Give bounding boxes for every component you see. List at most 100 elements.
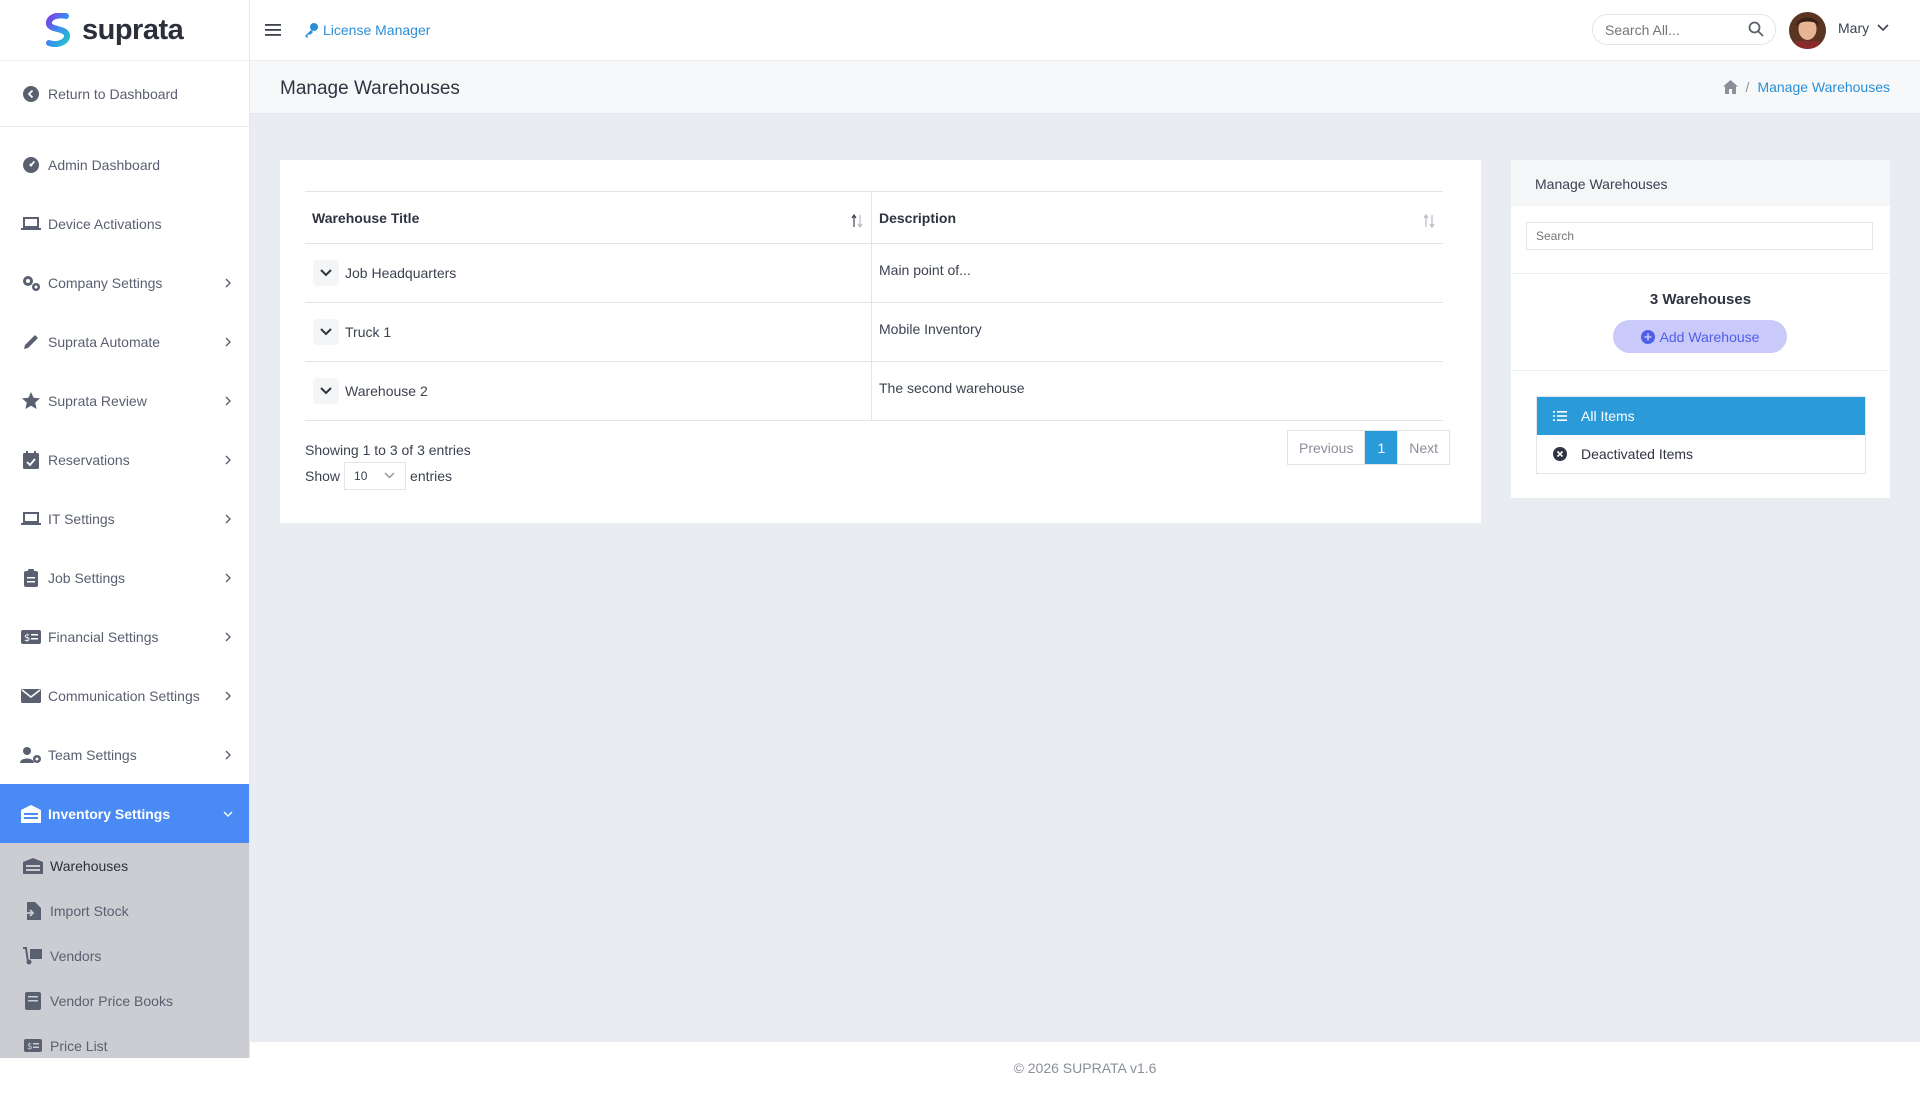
sidebar-item-label: Job Settings (48, 569, 126, 586)
sidebar-item-label: Inventory Settings (48, 805, 171, 822)
key-icon (305, 23, 318, 38)
return-label: Return to Dashboard (48, 85, 178, 102)
sidebar-item-label: Team Settings (48, 746, 137, 763)
sidebar-item-inventory-settings[interactable]: Inventory Settings (0, 784, 249, 843)
submenu-item-vendor-price-books[interactable]: Vendor Price Books (0, 978, 249, 1023)
warehouse-description: Main point of... (879, 262, 971, 278)
warehouse-icon (20, 803, 42, 825)
home-icon[interactable] (1722, 80, 1738, 94)
submenu-item-warehouses[interactable]: Warehouses (0, 843, 249, 888)
circle-chevron-left-icon (20, 83, 42, 105)
sidebar-item-label: IT Settings (48, 510, 115, 527)
expand-row-button[interactable] (313, 260, 339, 286)
return-to-dashboard-link[interactable]: Return to Dashboard (0, 61, 249, 127)
warehouse-title: Warehouse 2 (345, 383, 428, 399)
sidebar-item-company-settings[interactable]: Company Settings (0, 253, 249, 312)
submenu-item-label: Import Stock (50, 902, 129, 919)
avatar[interactable] (1789, 12, 1826, 49)
filter-all-items[interactable]: All Items (1537, 397, 1865, 435)
sort-icon[interactable] (851, 214, 863, 228)
circle-x-icon (1553, 447, 1567, 461)
expand-row-button[interactable] (313, 378, 339, 404)
pagination: Previous 1 Next (1287, 430, 1451, 465)
logo[interactable]: suprata (0, 0, 249, 61)
hamburger-menu-icon[interactable] (265, 23, 283, 37)
chevron-right-icon (225, 455, 231, 464)
envelope-icon (20, 685, 42, 707)
sidebar-item-label: Suprata Review (48, 392, 147, 409)
show-label: Show (305, 468, 341, 484)
submenu-item-import-stock[interactable]: Import Stock (0, 888, 249, 933)
expand-row-button[interactable] (313, 319, 339, 345)
star-icon (20, 390, 42, 412)
sidebar-item-team-settings[interactable]: Team Settings (0, 725, 249, 784)
submenu-item-label: Vendors (50, 947, 102, 964)
chevron-right-icon (225, 337, 231, 346)
panel-search-input[interactable] (1526, 222, 1873, 250)
chevron-down-icon (320, 387, 332, 395)
table-row[interactable]: Truck 1 Mobile Inventory (305, 303, 1443, 362)
submenu-item-vendors[interactable]: Vendors (0, 933, 249, 978)
table-row[interactable]: Warehouse 2 The second warehouse (305, 362, 1443, 421)
pencil-icon (20, 331, 42, 353)
chevron-down-icon (320, 269, 332, 277)
sidebar-item-label: Financial Settings (48, 628, 159, 645)
sidebar-item-communication-settings[interactable]: Communication Settings (0, 666, 249, 725)
suprata-logo-icon (46, 13, 70, 47)
breadcrumb-current[interactable]: Manage Warehouses (1757, 79, 1890, 95)
column-header-title[interactable]: Warehouse Title (305, 192, 872, 243)
page-length-select[interactable]: 10 (344, 462, 407, 490)
sidebar-item-suprata-review[interactable]: Suprata Review (0, 371, 249, 430)
table-header: Warehouse Title Description (305, 192, 1443, 244)
sidebar-item-device-activations[interactable]: Device Activations (0, 194, 249, 253)
license-manager-link[interactable]: License Manager (303, 22, 430, 38)
sidebar-item-admin-dashboard[interactable]: Admin Dashboard (0, 135, 249, 194)
book-icon (22, 990, 44, 1012)
sort-icon[interactable] (1423, 214, 1435, 228)
add-warehouse-button[interactable]: Add Warehouse (1613, 320, 1787, 353)
chevron-right-icon (225, 396, 231, 405)
search-icon[interactable] (1748, 21, 1764, 37)
chevron-right-icon (225, 691, 231, 700)
sidebar-item-job-settings[interactable]: Job Settings (0, 548, 249, 607)
chevron-right-icon (225, 514, 231, 523)
chevron-right-icon (225, 278, 231, 287)
sidebar-item-reservations[interactable]: Reservations (0, 430, 249, 489)
warehouses-table-card: Warehouse Title Description Job Headquar… (280, 160, 1481, 523)
chevron-right-icon (225, 573, 231, 582)
column-header-description[interactable]: Description (872, 192, 1443, 243)
sidebar-item-financial-settings[interactable]: $ Financial Settings (0, 607, 249, 666)
sidebar-item-it-settings[interactable]: IT Settings (0, 489, 249, 548)
submenu-item-label: Warehouses (50, 857, 129, 874)
logo-text: suprata (82, 13, 184, 46)
gears-icon (20, 272, 42, 294)
footer: © 2026 SUPRATA v1.6 (250, 1042, 1920, 1094)
column-header-label: Warehouse Title (312, 210, 420, 226)
page-title: Manage Warehouses (280, 78, 460, 99)
sidebar-item-label: Reservations (48, 451, 130, 468)
cell-description: The second warehouse (872, 362, 1443, 420)
page-header: Manage Warehouses / Manage Warehouses (250, 61, 1920, 114)
sidebar-item-label: Suprata Automate (48, 333, 161, 350)
inventory-submenu: Warehouses Import Stock Vendors Vendor P… (0, 843, 249, 1068)
column-header-label: Description (879, 210, 957, 226)
money-card-icon: $ (20, 626, 42, 648)
pagination-page-button[interactable]: 1 (1365, 431, 1399, 464)
pagination-next-button[interactable]: Next (1398, 431, 1449, 464)
laptop-icon (20, 508, 42, 530)
filter-deactivated-items[interactable]: Deactivated Items (1537, 435, 1865, 473)
list-icon (1553, 411, 1567, 421)
sidebar-nav: Admin Dashboard Device Activations Compa… (0, 127, 249, 1068)
submenu-item-label: Price List (50, 1037, 108, 1054)
table-info: Showing 1 to 3 of 3 entries (305, 442, 471, 458)
topbar: License Manager Mary (250, 0, 1920, 61)
warehouses-table: Warehouse Title Description Job Headquar… (305, 191, 1443, 421)
sidebar-item-suprata-automate[interactable]: Suprata Automate (0, 312, 249, 371)
svg-text:$: $ (24, 633, 30, 644)
sidebar-item-label: Admin Dashboard (48, 156, 161, 173)
table-row[interactable]: Job Headquarters Main point of... (305, 244, 1443, 303)
entries-label: entries (410, 468, 453, 484)
user-menu[interactable]: Mary (1838, 20, 1889, 36)
pagination-previous-button[interactable]: Previous (1288, 431, 1366, 464)
divider (1511, 370, 1890, 371)
